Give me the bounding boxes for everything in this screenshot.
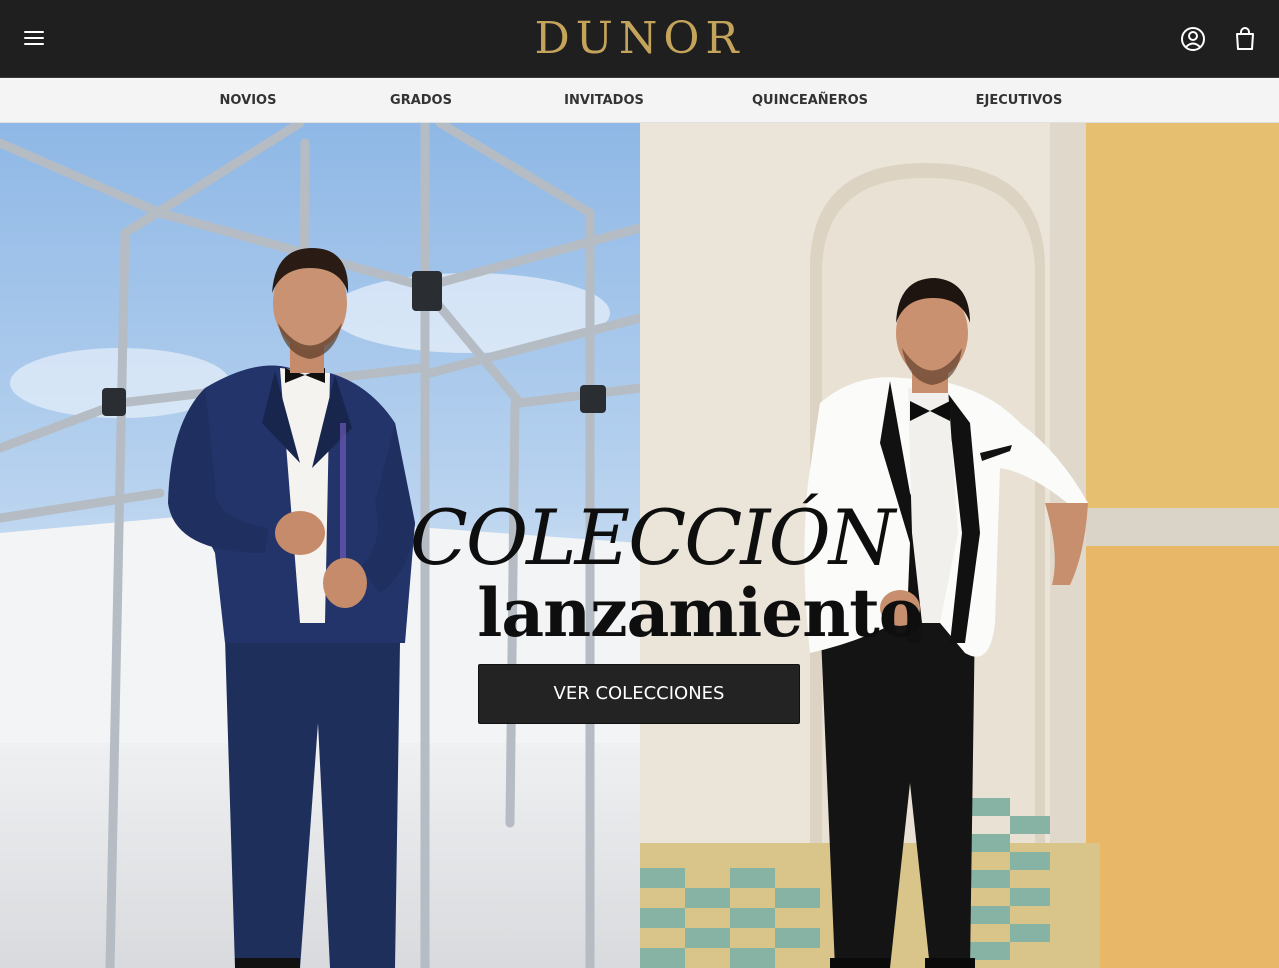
brand-logo[interactable]: DUNOR (0, 10, 1279, 68)
hero-banner: COLECCIÓN lanzamiento VER COLECCIONES (0, 123, 1279, 968)
hero-image-navy-suit (0, 123, 640, 968)
view-collections-button[interactable]: VER COLECCIONES (478, 664, 800, 724)
nav-item-novios[interactable]: NOVIOS (220, 78, 277, 123)
site-header: DUNOR (0, 0, 1279, 78)
hero-image-white-tuxedo (640, 123, 1279, 968)
user-account-icon[interactable] (1178, 24, 1208, 54)
nav-item-grados[interactable]: GRADOS (390, 78, 452, 123)
nav-item-ejecutivos[interactable]: EJECUTIVOS (976, 78, 1063, 123)
category-nav: NOVIOS GRADOS INVITADOS QUINCEAÑEROS EJE… (0, 78, 1279, 123)
nav-item-quinceaneros[interactable]: QUINCEAÑEROS (752, 78, 868, 123)
nav-item-invitados[interactable]: INVITADOS (564, 78, 644, 123)
shopping-bag-icon[interactable] (1230, 24, 1260, 54)
